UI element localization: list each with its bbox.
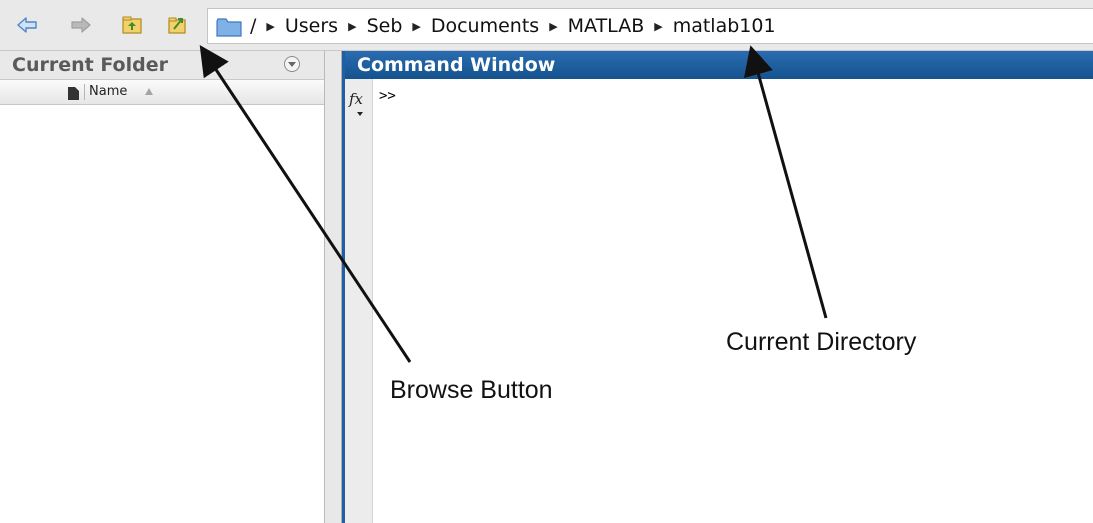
breadcrumb-matlab101[interactable]: matlab101 <box>671 15 778 37</box>
up-folder-icon[interactable] <box>121 14 143 36</box>
folder-icon <box>216 17 242 37</box>
breadcrumb-root[interactable]: / <box>248 15 258 37</box>
column-divider[interactable] <box>84 84 85 100</box>
sort-ascending-icon <box>145 88 153 95</box>
current-folder-title: Current Folder <box>12 54 168 76</box>
browse-button-annotation: Browse Button <box>390 376 553 404</box>
breadcrumb-separator-icon[interactable]: ▶ <box>258 20 282 33</box>
panel-splitter[interactable] <box>325 51 342 523</box>
breadcrumb-matlab[interactable]: MATLAB <box>566 15 647 37</box>
breadcrumb: / ▶ Users ▶ Seb ▶ Documents ▶ MATLAB ▶ m… <box>248 9 778 43</box>
file-list-column-header[interactable]: Name <box>0 80 324 105</box>
command-window-header: Command Window <box>345 51 1093 79</box>
command-window-title: Command Window <box>357 54 556 76</box>
current-folder-header: Current Folder <box>0 51 324 80</box>
file-type-icon <box>68 85 79 100</box>
breadcrumb-separator-icon[interactable]: ▶ <box>404 20 428 33</box>
breadcrumb-separator-icon[interactable]: ▶ <box>646 20 670 33</box>
command-window-gutter: fx <box>345 79 373 523</box>
panel-actions-dropdown-icon[interactable] <box>284 56 300 72</box>
function-browser-caret-icon[interactable] <box>357 112 363 116</box>
function-browser-button[interactable]: fx <box>349 90 363 108</box>
breadcrumb-seb[interactable]: Seb <box>365 15 405 37</box>
breadcrumb-documents[interactable]: Documents <box>429 15 541 37</box>
command-prompt[interactable]: >> <box>379 88 396 104</box>
breadcrumb-separator-icon[interactable]: ▶ <box>340 20 364 33</box>
forward-arrow-icon[interactable] <box>70 14 92 36</box>
command-window[interactable]: Command Window fx >> <box>342 51 1093 523</box>
breadcrumb-users[interactable]: Users <box>283 15 340 37</box>
current-directory-annotation: Current Directory <box>726 328 917 356</box>
column-name-header[interactable]: Name <box>89 80 127 104</box>
back-arrow-icon[interactable] <box>16 14 38 36</box>
current-folder-panel: Current Folder Name <box>0 51 325 523</box>
address-bar[interactable]: / ▶ Users ▶ Seb ▶ Documents ▶ MATLAB ▶ m… <box>207 8 1093 44</box>
browse-folder-icon[interactable] <box>166 14 188 36</box>
breadcrumb-separator-icon[interactable]: ▶ <box>541 20 565 33</box>
toolbar: / ▶ Users ▶ Seb ▶ Documents ▶ MATLAB ▶ m… <box>0 0 1093 51</box>
